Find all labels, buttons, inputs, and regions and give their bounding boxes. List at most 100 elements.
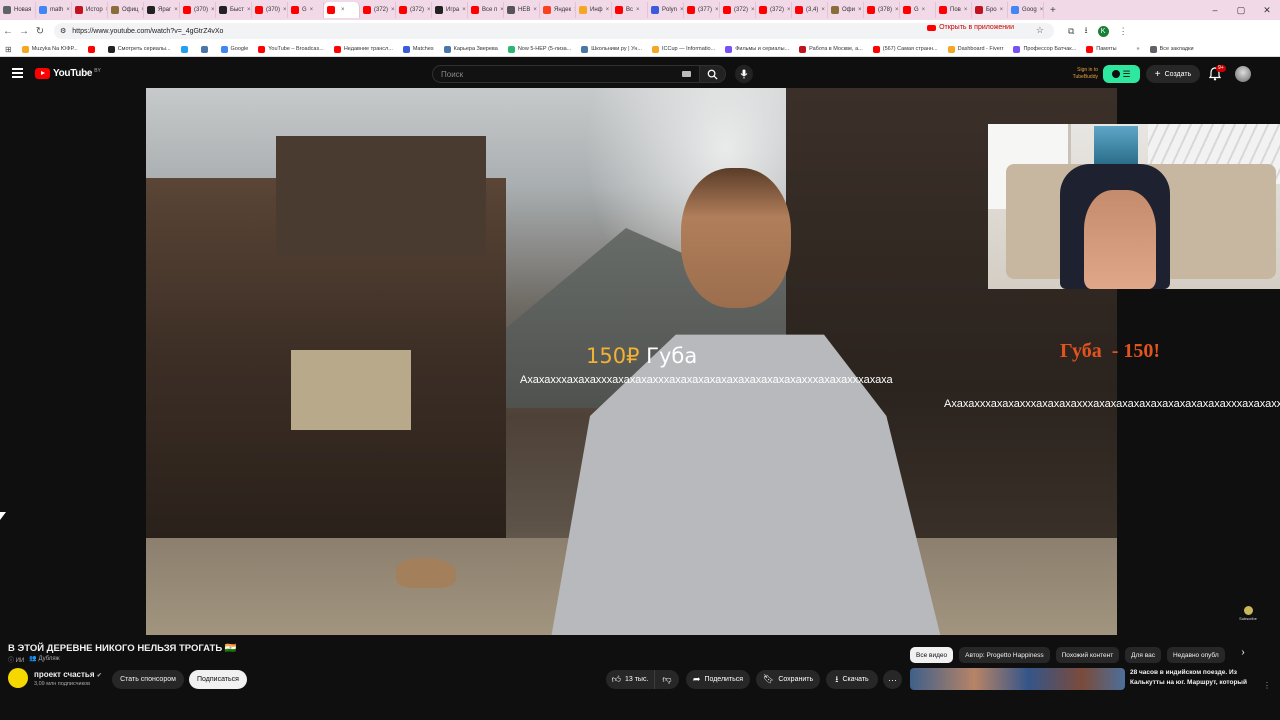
browser-tab[interactable]: Офиц× [108,2,144,18]
search-button[interactable] [700,65,726,83]
create-button[interactable]: + Создать [1146,65,1200,83]
filter-chip[interactable]: Недавно опубл [1166,647,1225,663]
browser-tab[interactable]: G × [288,2,324,18]
browser-tab[interactable]: (372) × [756,2,792,18]
browser-tab[interactable]: Игра × [432,2,468,18]
hamburger-menu-icon[interactable] [12,68,23,78]
tab-close-icon[interactable]: × [895,7,899,13]
back-icon[interactable]: ← [0,26,16,37]
dislike-button[interactable]: 👎︎ [654,670,679,689]
tab-close-icon[interactable]: × [1000,7,1004,13]
tab-close-icon[interactable]: × [310,7,314,13]
browser-menu-icon[interactable]: ⋮ [1119,26,1128,37]
bookmark-item[interactable]: Dashboard - Fiverr [943,45,1009,53]
tab-close-icon[interactable]: × [636,7,640,13]
bookmark-item[interactable] [83,45,103,53]
like-button[interactable]: 👍︎ 13 тыс. [606,670,654,689]
browser-tab[interactable]: Яндек× [540,2,576,18]
close-window-button[interactable]: ✕ [1254,5,1280,16]
bookmark-item[interactable]: Работа в Москве, а... [794,45,868,53]
browser-tab[interactable]: Пов × [936,2,972,18]
maximize-button[interactable]: ▢ [1228,5,1254,16]
tab-close-icon[interactable]: × [606,7,610,13]
downloads-icon[interactable]: ⭳ [1084,23,1087,39]
browser-tab[interactable]: Polyn × [648,2,684,18]
tab-close-icon[interactable]: × [964,7,968,13]
bookmark-item[interactable]: Muzyka Na ЮФР... [17,45,83,53]
browser-tab[interactable]: (3,4) × [792,2,828,18]
bookmark-star-icon[interactable]: ☆ [1036,25,1044,36]
bookmark-item[interactable]: Все закладки [1145,45,1199,53]
browser-tab[interactable]: (370) × [180,2,216,18]
new-tab-button[interactable]: + [1044,5,1062,16]
url-bar[interactable]: ⚙ https://www.youtube.com/watch?v=_4gGtr… [54,23,1054,39]
bookmark-item[interactable]: Фильмы и сериалы... [720,45,794,53]
browser-tab[interactable]: НЕВ × [504,2,540,18]
subscribe-button[interactable]: Подписаться [189,670,247,689]
tab-close-icon[interactable]: × [821,7,825,13]
browser-tab[interactable]: (378) × [864,2,900,18]
save-button[interactable]: 🔖︎ Сохранить [756,670,820,689]
more-actions-button[interactable]: ··· [883,670,902,689]
bookmark-item[interactable]: » [1122,45,1145,53]
youtube-logo[interactable]: YouTube BY [35,68,101,79]
tab-close-icon[interactable]: × [66,7,70,13]
extensions-icon[interactable]: ⧉ [1068,26,1074,37]
bookmark-item[interactable]: Google [216,45,254,53]
profile-avatar[interactable]: K [1097,25,1109,37]
tab-close-icon[interactable]: × [211,7,215,13]
voice-search-button[interactable] [735,65,753,83]
browser-tab[interactable]: Яраг × [144,2,180,18]
tab-close-icon[interactable]: × [715,7,719,13]
filter-chip[interactable]: Похожий контент [1055,647,1120,663]
apps-icon[interactable]: ⊞ [0,45,17,54]
tab-close-icon[interactable]: × [427,7,431,13]
browser-tab[interactable]: G × [900,2,936,18]
tab-close-icon[interactable]: × [462,7,466,13]
recommendation-more-icon[interactable]: ⋮ [1263,681,1271,690]
recommendation-thumbnail[interactable] [910,668,1125,690]
tubebuddy-button[interactable]: ☰ [1103,65,1140,83]
browser-tab[interactable]: Goog × [1008,2,1044,18]
bookmark-item[interactable]: Профессор Батчак... [1008,45,1081,53]
open-in-app-button[interactable]: Открыть в приложении [927,24,1014,31]
tab-close-icon[interactable]: × [922,7,926,13]
search-input[interactable]: Поиск [432,65,700,83]
browser-tab[interactable]: (377) × [684,2,720,18]
browser-tab[interactable]: (372) × [396,2,432,18]
bookmark-item[interactable]: Карьера Зверева [439,45,503,53]
browser-tab[interactable]: × [324,2,360,18]
browser-tab[interactable]: math × [36,2,72,18]
tab-close-icon[interactable]: × [283,7,287,13]
tab-close-icon[interactable]: × [1040,7,1043,13]
tab-close-icon[interactable]: × [341,7,345,13]
bookmark-item[interactable] [196,45,216,53]
browser-tab[interactable]: Бро × [972,2,1008,18]
tab-close-icon[interactable]: × [247,7,251,13]
tubebuddy-sign-in[interactable]: Sign in to TubeBuddy [1058,67,1098,81]
bookmark-item[interactable]: Смотреть сериалы... [103,45,176,53]
bookmark-item[interactable]: Памяты [1081,45,1121,53]
browser-tab[interactable]: Быст × [216,2,252,18]
browser-tab[interactable]: Офи × [828,2,864,18]
tab-close-icon[interactable]: × [391,7,395,13]
tab-close-icon[interactable]: × [751,7,755,13]
browser-tab[interactable]: Инф × [576,2,612,18]
browser-tab[interactable]: Все п × [468,2,504,18]
chips-next-chevron-icon[interactable]: › [1237,647,1249,663]
reload-icon[interactable]: ↻ [32,26,48,37]
browser-tab[interactable]: Истор× [72,2,108,18]
keyboard-icon[interactable] [682,71,691,77]
tab-close-icon[interactable]: × [174,7,178,13]
browser-tab[interactable]: (372) × [720,2,756,18]
filter-chip[interactable]: Автор: Progetto Happiness [959,647,1050,663]
bookmark-item[interactable]: ICCup — Informatio... [647,45,720,53]
bookmark-item[interactable]: Matches [398,45,439,53]
bookmark-item[interactable]: Недавние трансл... [329,45,398,53]
bookmark-item[interactable]: Школьники ру | Ун... [576,45,647,53]
tab-close-icon[interactable]: × [787,7,791,13]
subscribe-watermark[interactable]: Subscribe [1237,606,1259,621]
bookmark-item[interactable]: (567) Самая странн... [868,45,943,53]
download-button[interactable]: ⭳ Скачать [826,670,878,689]
bookmark-item[interactable]: Now 5-НЕР (5-лиза... [503,45,576,53]
